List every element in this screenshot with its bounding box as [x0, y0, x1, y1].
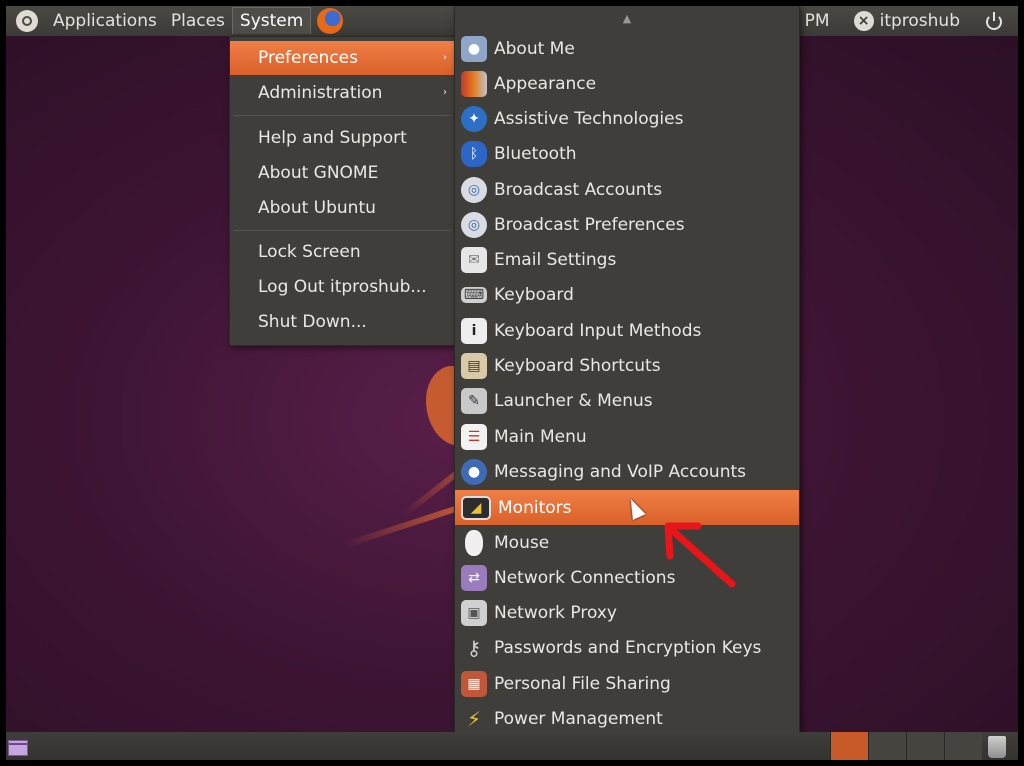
pref-broadcast-accounts[interactable]: ◎ Broadcast Accounts [455, 172, 799, 207]
pref-label: Launcher & Menus [494, 390, 653, 411]
workspace-1[interactable] [830, 732, 868, 762]
menu-item-label: Administration [258, 83, 383, 103]
ubuntu-logo-icon[interactable] [16, 9, 38, 32]
pref-label: Main Menu [494, 426, 587, 447]
pref-main-menu[interactable]: ☰ Main Menu [455, 419, 799, 454]
pref-passwords-keys[interactable]: ⚷ Passwords and Encryption Keys [455, 630, 799, 665]
workspace-3[interactable] [906, 732, 944, 762]
pref-keyboard-shortcuts[interactable]: ▤ Keyboard Shortcuts [455, 348, 799, 383]
menu-item-label: Preferences [258, 48, 358, 68]
applications-menu[interactable]: Applications [46, 8, 164, 34]
pref-power-management[interactable]: ⚡ Power Management [455, 701, 799, 736]
pref-email-settings[interactable]: ✉ Email Settings [455, 242, 799, 277]
pref-label: Broadcast Preferences [494, 214, 685, 235]
scroll-up-arrow-icon[interactable]: ▲ [455, 12, 799, 25]
pref-launcher-menus[interactable]: ✎ Launcher & Menus [455, 383, 799, 418]
pref-label: Mouse [494, 532, 550, 553]
pref-label: Broadcast Accounts [494, 179, 663, 200]
pref-broadcast-preferences[interactable]: ◎ Broadcast Preferences [455, 207, 799, 242]
pref-label: Assistive Technologies [494, 108, 684, 129]
pref-network-proxy[interactable]: ▣ Network Proxy [455, 595, 799, 630]
pref-label: About Me [494, 38, 575, 59]
pref-label: Keyboard Input Methods [494, 320, 702, 341]
proxy-icon: ▣ [461, 599, 487, 626]
menu-item-log-out[interactable]: Log Out itproshub... [230, 270, 455, 304]
bottom-panel [6, 732, 1018, 762]
workspace-4[interactable] [944, 732, 982, 762]
firefox-icon[interactable] [317, 7, 344, 34]
menu-separator [234, 230, 451, 231]
show-desktop-icon[interactable] [8, 740, 28, 756]
pref-label: Network Proxy [494, 602, 617, 623]
pref-messaging-voip[interactable]: ● Messaging and VoIP Accounts [455, 454, 799, 489]
pref-label: Email Settings [494, 249, 617, 270]
user-name[interactable]: itproshub [880, 11, 960, 31]
mouse-icon [465, 529, 483, 556]
pref-personal-file-sharing[interactable]: ▦ Personal File Sharing [455, 666, 799, 701]
menu-item-about-gnome[interactable]: About GNOME [230, 156, 455, 190]
pref-label: Keyboard Shortcuts [494, 355, 661, 376]
pref-about-me[interactable]: ● About Me [455, 31, 799, 66]
panel-indicators: PM × itproshub [805, 5, 1018, 36]
pref-appearance[interactable]: Appearance [455, 66, 799, 101]
menu-item-help[interactable]: Help and Support [230, 121, 455, 155]
pref-label: Personal File Sharing [494, 673, 671, 694]
launcher-icon: ✎ [461, 387, 487, 414]
keyboard-icon: ⌨ [461, 286, 487, 303]
keys-icon: ⚷ [466, 635, 482, 660]
broadcast-icon: ◎ [461, 176, 487, 203]
menu-item-lock-screen[interactable]: Lock Screen [230, 235, 455, 269]
trash-icon[interactable] [988, 736, 1006, 758]
preferences-submenu: ▲ ● About Me Appearance ✦ Assistive Tech… [454, 5, 800, 765]
menu-item-about-ubuntu[interactable]: About Ubuntu [230, 191, 455, 225]
submenu-arrow-icon: › [443, 52, 447, 63]
pref-label: Power Management [494, 708, 663, 729]
system-menu: Preferences › Administration › Help and … [229, 36, 456, 346]
pref-label: Network Connections [494, 567, 676, 588]
appearance-icon [461, 70, 487, 97]
annotation-arrow-icon [664, 522, 736, 588]
monitor-icon: ◢ [461, 495, 491, 520]
accessibility-icon: ✦ [461, 105, 487, 132]
info-icon: i [461, 317, 487, 344]
menu-item-administration[interactable]: Administration › [230, 76, 455, 110]
pref-assistive-technologies[interactable]: ✦ Assistive Technologies [455, 101, 799, 136]
submenu-arrow-icon: › [443, 87, 447, 98]
workspace-2[interactable] [868, 732, 906, 762]
power-management-icon: ⚡ [466, 706, 482, 731]
email-icon: ✉ [461, 246, 487, 273]
pref-keyboard-input-methods[interactable]: i Keyboard Input Methods [455, 313, 799, 348]
pref-label: Bluetooth [494, 143, 577, 164]
pref-label: Appearance [494, 73, 597, 94]
pref-bluetooth[interactable]: ᛒ Bluetooth [455, 136, 799, 171]
pref-keyboard[interactable]: ⌨ Keyboard [455, 277, 799, 312]
menu-item-shut-down[interactable]: Shut Down... [230, 305, 455, 339]
menu-separator [234, 115, 451, 116]
places-menu[interactable]: Places [164, 8, 232, 34]
menu-item-preferences[interactable]: Preferences › [230, 41, 455, 75]
main-menu-icon: ☰ [461, 423, 487, 450]
pref-label: Passwords and Encryption Keys [494, 637, 762, 658]
system-menu-button[interactable]: System [231, 7, 312, 34]
messaging-icon: ● [461, 458, 487, 485]
clock[interactable]: PM [805, 11, 830, 31]
shortcuts-icon: ▤ [461, 352, 487, 379]
power-icon[interactable] [984, 11, 1004, 31]
pref-label: Monitors [498, 497, 572, 518]
user-card-icon: ● [461, 35, 487, 62]
user-status-icon[interactable]: × [853, 10, 874, 31]
file-sharing-icon: ▦ [461, 670, 487, 697]
network-icon: ⇄ [461, 564, 487, 591]
pref-label: Messaging and VoIP Accounts [494, 461, 747, 482]
broadcast-icon: ◎ [461, 211, 487, 238]
pref-label: Keyboard [494, 284, 574, 305]
bluetooth-icon: ᛒ [461, 140, 487, 167]
